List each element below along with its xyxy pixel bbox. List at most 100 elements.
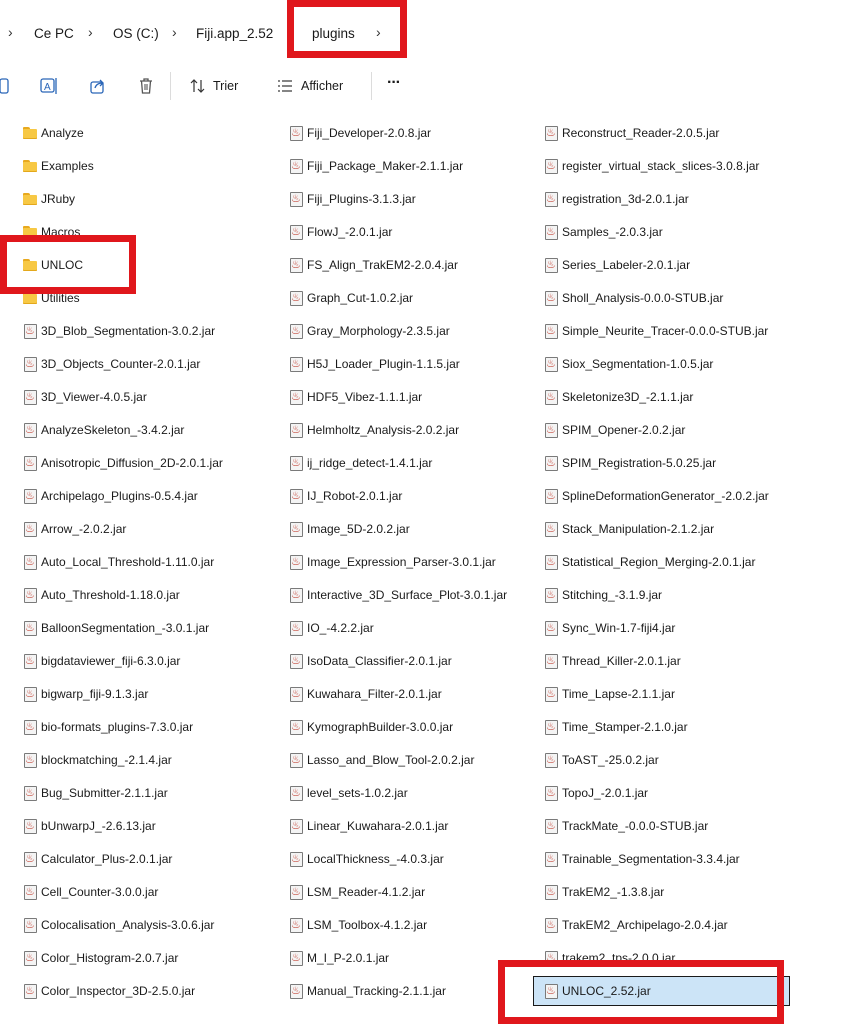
- file-item[interactable]: Skeletonize3D_-2.1.1.jar: [543, 386, 693, 408]
- sort-button[interactable]: Trier: [213, 79, 238, 93]
- file-item[interactable]: Sync_Win-1.7-fiji4.jar: [543, 617, 675, 639]
- file-item[interactable]: Samples_-2.0.3.jar: [543, 221, 663, 243]
- delete-icon[interactable]: [135, 76, 157, 96]
- file-item[interactable]: BalloonSegmentation_-3.0.1.jar: [22, 617, 209, 639]
- file-item[interactable]: M_I_P-2.0.1.jar: [288, 947, 389, 969]
- folder-item[interactable]: JRuby: [22, 188, 75, 210]
- file-item[interactable]: TrakEM2_-1.3.8.jar: [543, 881, 664, 903]
- java-jar-icon: [288, 158, 304, 174]
- file-item[interactable]: ij_ridge_detect-1.4.1.jar: [288, 452, 432, 474]
- java-jar-icon: [22, 917, 38, 933]
- file-item[interactable]: TopoJ_-2.0.1.jar: [543, 782, 648, 804]
- file-item[interactable]: IsoData_Classifier-2.0.1.jar: [288, 650, 452, 672]
- file-item[interactable]: FS_Align_TrakEM2-2.0.4.jar: [288, 254, 458, 276]
- file-item[interactable]: Fiji_Plugins-3.1.3.jar: [288, 188, 416, 210]
- file-item[interactable]: Auto_Threshold-1.18.0.jar: [22, 584, 180, 606]
- file-item[interactable]: Cell_Counter-3.0.0.jar: [22, 881, 158, 903]
- view-button[interactable]: Afficher: [301, 79, 343, 93]
- folder-item[interactable]: Analyze: [22, 122, 84, 144]
- file-item[interactable]: Colocalisation_Analysis-3.0.6.jar: [22, 914, 214, 936]
- file-item[interactable]: Arrow_-2.0.2.jar: [22, 518, 126, 540]
- file-item[interactable]: register_virtual_stack_slices-3.0.8.jar: [543, 155, 759, 177]
- file-item[interactable]: TrackMate_-0.0.0-STUB.jar: [543, 815, 708, 837]
- file-item[interactable]: Image_5D-2.0.2.jar: [288, 518, 410, 540]
- view-icon[interactable]: [274, 76, 296, 96]
- java-jar-icon: [543, 356, 559, 372]
- file-item[interactable]: Thread_Killer-2.0.1.jar: [543, 650, 681, 672]
- file-item[interactable]: bUnwarpJ_-2.6.13.jar: [22, 815, 156, 837]
- file-item[interactable]: level_sets-1.0.2.jar: [288, 782, 408, 804]
- file-item[interactable]: registration_3d-2.0.1.jar: [543, 188, 689, 210]
- breadcrumb-item-drive[interactable]: OS (C:): [113, 26, 159, 41]
- file-item[interactable]: Kuwahara_Filter-2.0.1.jar: [288, 683, 442, 705]
- sort-icon[interactable]: [187, 76, 209, 96]
- file-item[interactable]: Bug_Submitter-2.1.1.jar: [22, 782, 168, 804]
- file-item[interactable]: Trainable_Segmentation-3.3.4.jar: [543, 848, 740, 870]
- file-item[interactable]: IJ_Robot-2.0.1.jar: [288, 485, 402, 507]
- file-item[interactable]: Lasso_and_Blow_Tool-2.0.2.jar: [288, 749, 474, 771]
- file-item[interactable]: blockmatching_-2.1.4.jar: [22, 749, 172, 771]
- file-item[interactable]: FlowJ_-2.0.1.jar: [288, 221, 392, 243]
- file-item[interactable]: SPIM_Opener-2.0.2.jar: [543, 419, 685, 441]
- file-item[interactable]: Color_Inspector_3D-2.5.0.jar: [22, 980, 195, 1002]
- file-item[interactable]: Siox_Segmentation-1.0.5.jar: [543, 353, 713, 375]
- java-jar-icon: [543, 752, 559, 768]
- file-item[interactable]: Gray_Morphology-2.3.5.jar: [288, 320, 450, 342]
- file-item[interactable]: Calculator_Plus-2.0.1.jar: [22, 848, 172, 870]
- file-item[interactable]: Series_Labeler-2.0.1.jar: [543, 254, 690, 276]
- file-item[interactable]: SPIM_Registration-5.0.25.jar: [543, 452, 716, 474]
- file-item[interactable]: Anisotropic_Diffusion_2D-2.0.1.jar: [22, 452, 223, 474]
- chevron-right-icon[interactable]: ›: [172, 24, 177, 40]
- file-item[interactable]: Helmholtz_Analysis-2.0.2.jar: [288, 419, 459, 441]
- file-item[interactable]: Fiji_Package_Maker-2.1.1.jar: [288, 155, 463, 177]
- file-item[interactable]: bigdataviewer_fiji-6.3.0.jar: [22, 650, 180, 672]
- file-item[interactable]: 3D_Blob_Segmentation-3.0.2.jar: [22, 320, 215, 342]
- java-jar-icon: [288, 422, 304, 438]
- file-item[interactable]: Simple_Neurite_Tracer-0.0.0-STUB.jar: [543, 320, 768, 342]
- file-item[interactable]: Stitching_-3.1.9.jar: [543, 584, 662, 606]
- file-item[interactable]: Linear_Kuwahara-2.0.1.jar: [288, 815, 448, 837]
- java-jar-icon: [22, 983, 38, 999]
- new-icon[interactable]: [0, 76, 10, 96]
- file-item[interactable]: Image_Expression_Parser-3.0.1.jar: [288, 551, 496, 573]
- file-item[interactable]: HDF5_Vibez-1.1.1.jar: [288, 386, 422, 408]
- file-item[interactable]: Color_Histogram-2.0.7.jar: [22, 947, 178, 969]
- breadcrumb-item-this-pc[interactable]: Ce PC: [34, 26, 74, 41]
- file-item[interactable]: KymographBuilder-3.0.0.jar: [288, 716, 453, 738]
- file-item[interactable]: LSM_Reader-4.1.2.jar: [288, 881, 425, 903]
- more-options-button[interactable]: ···: [387, 74, 401, 92]
- breadcrumb-item-fiji-app[interactable]: Fiji.app_2.52: [196, 26, 273, 41]
- file-item[interactable]: Graph_Cut-1.0.2.jar: [288, 287, 413, 309]
- file-item[interactable]: Time_Lapse-2.1.1.jar: [543, 683, 675, 705]
- folder-item[interactable]: Examples: [22, 155, 94, 177]
- file-item[interactable]: Sholl_Analysis-0.0.0-STUB.jar: [543, 287, 723, 309]
- file-item[interactable]: Statistical_Region_Merging-2.0.1.jar: [543, 551, 755, 573]
- file-item[interactable]: LSM_Toolbox-4.1.2.jar: [288, 914, 427, 936]
- file-item[interactable]: Manual_Tracking-2.1.1.jar: [288, 980, 446, 1002]
- file-item[interactable]: Interactive_3D_Surface_Plot-3.0.1.jar: [288, 584, 507, 606]
- folder-icon: [22, 191, 38, 207]
- file-item[interactable]: LocalThickness_-4.0.3.jar: [288, 848, 444, 870]
- file-item[interactable]: TrakEM2_Archipelago-2.0.4.jar: [543, 914, 728, 936]
- item-name: SPIM_Registration-5.0.25.jar: [562, 456, 717, 470]
- file-item[interactable]: AnalyzeSkeleton_-3.4.2.jar: [22, 419, 184, 441]
- file-item[interactable]: Fiji_Developer-2.0.8.jar: [288, 122, 431, 144]
- file-item[interactable]: bigwarp_fiji-9.1.3.jar: [22, 683, 148, 705]
- java-jar-icon: [543, 587, 559, 603]
- file-item[interactable]: Time_Stamper-2.1.0.jar: [543, 716, 688, 738]
- file-item[interactable]: Reconstruct_Reader-2.0.5.jar: [543, 122, 719, 144]
- file-item[interactable]: IO_-4.2.2.jar: [288, 617, 374, 639]
- file-item[interactable]: Stack_Manipulation-2.1.2.jar: [543, 518, 714, 540]
- chevron-right-icon[interactable]: ›: [88, 24, 93, 40]
- chevron-right-icon[interactable]: ›: [8, 24, 13, 40]
- share-icon[interactable]: [87, 76, 109, 96]
- file-item[interactable]: Auto_Local_Threshold-1.11.0.jar: [22, 551, 214, 573]
- file-item[interactable]: Archipelago_Plugins-0.5.4.jar: [22, 485, 198, 507]
- file-item[interactable]: bio-formats_plugins-7.3.0.jar: [22, 716, 193, 738]
- file-item[interactable]: ToAST_-25.0.2.jar: [543, 749, 659, 771]
- file-item[interactable]: H5J_Loader_Plugin-1.1.5.jar: [288, 353, 460, 375]
- file-item[interactable]: 3D_Objects_Counter-2.0.1.jar: [22, 353, 200, 375]
- file-item[interactable]: 3D_Viewer-4.0.5.jar: [22, 386, 147, 408]
- file-item[interactable]: SplineDeformationGenerator_-2.0.2.jar: [543, 485, 769, 507]
- rename-icon[interactable]: A: [38, 76, 60, 96]
